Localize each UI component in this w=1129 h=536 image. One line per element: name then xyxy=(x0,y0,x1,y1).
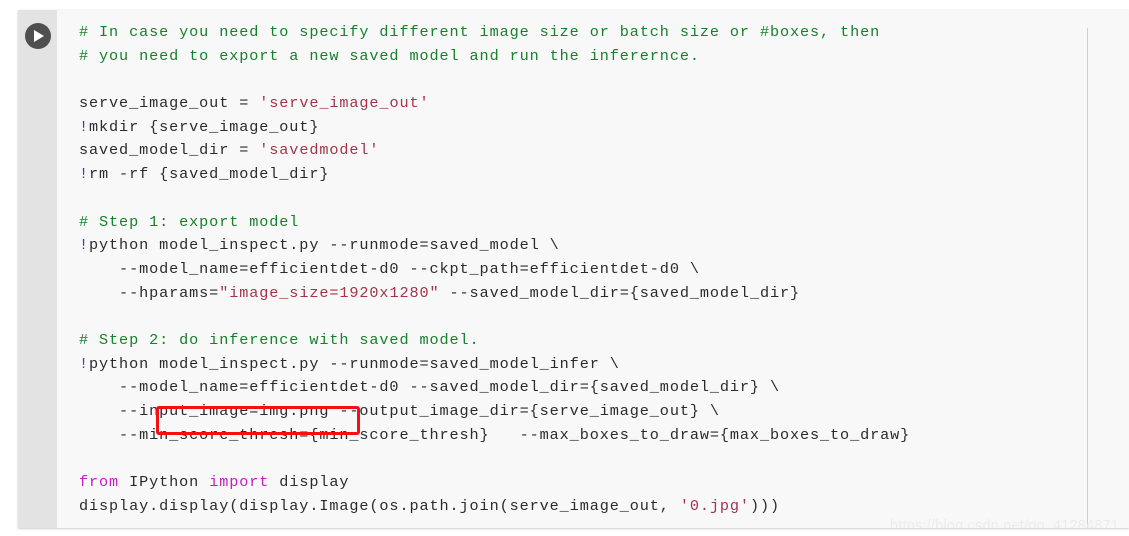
code-token-plain: --model_name=efficientdet-d0 --ckpt_path… xyxy=(79,259,700,278)
code-line: --hparams="image_size=1920x1280" --saved… xyxy=(79,282,910,306)
code-token-string: 'serve_image_out' xyxy=(259,94,430,113)
code-token-string: "image_size=1920x1280" xyxy=(219,283,440,302)
code-token-plain: --model_name=efficientdet-d0 --saved_mod… xyxy=(79,378,780,397)
run-cell-button[interactable] xyxy=(25,23,51,49)
code-token-comment: # you need to export a new saved model a… xyxy=(79,46,700,65)
code-line: !python model_inspect.py --runmode=saved… xyxy=(79,353,910,377)
code-editor[interactable]: # In case you need to specify different … xyxy=(57,10,1129,528)
code-line: display.display(display.Image(os.path.jo… xyxy=(79,495,910,519)
code-token-plain: --input_image=img.png --output_image_dir… xyxy=(79,402,720,420)
code-line: !rm -rf {saved_model_dir} xyxy=(79,163,910,187)
code-token-bang: ! xyxy=(79,117,90,136)
play-triangle-icon xyxy=(34,29,44,42)
cell-gutter xyxy=(18,10,57,528)
code-token-plain: display.display(display.Image(os.path.jo… xyxy=(79,496,680,515)
code-token-plain: --saved_model_dir={saved_model_dir} xyxy=(439,283,801,302)
watermark-text: https://blog.csdn.net/qq_41284871 xyxy=(890,518,1120,528)
code-line: # Step 2: do inference with saved model. xyxy=(79,329,910,353)
code-token-bang: ! xyxy=(79,354,90,373)
code-token-string: 'savedmodel' xyxy=(259,141,380,160)
code-token-comment: # Step 2: do inference with saved model. xyxy=(79,330,480,349)
code-token-plain: display xyxy=(269,473,350,492)
code-token-plain: ))) xyxy=(749,496,780,515)
code-token-plain: IPython xyxy=(119,473,210,492)
code-token-plain: python model_inspect.py --runmode=saved_… xyxy=(89,236,560,255)
code-line: from IPython import display xyxy=(79,471,910,495)
code-token-string: '0.jpg' xyxy=(679,496,750,515)
editor-caret-line xyxy=(1087,28,1088,528)
code-line: !mkdir {serve_image_out} xyxy=(79,116,910,140)
code-token-keyword: import xyxy=(209,473,270,492)
code-token-plain: mkdir {serve_image_out} xyxy=(89,117,320,136)
code-line: !python model_inspect.py --runmode=saved… xyxy=(79,234,910,258)
code-text[interactable]: # In case you need to specify different … xyxy=(57,10,910,518)
code-line: # Step 1: export model xyxy=(79,211,910,235)
code-line: # In case you need to specify different … xyxy=(79,21,910,45)
code-token-plain: --hparams= xyxy=(79,283,220,302)
code-token-bang: ! xyxy=(79,165,90,184)
code-line: saved_model_dir = 'savedmodel' xyxy=(79,139,910,163)
code-line: --model_name=efficientdet-d0 --ckpt_path… xyxy=(79,258,910,282)
code-token-plain: saved_model_dir = xyxy=(79,141,260,160)
code-token-plain: --min_score_thresh={min_score_thresh} --… xyxy=(79,425,911,444)
code-line: serve_image_out = 'serve_image_out' xyxy=(79,92,910,116)
notebook-code-cell: # In case you need to specify different … xyxy=(18,10,1129,528)
code-line: --model_name=efficientdet-d0 --saved_mod… xyxy=(79,376,910,400)
code-token-bang: ! xyxy=(79,236,90,255)
code-token-plain: rm -rf {saved_model_dir} xyxy=(89,165,330,184)
code-token-comment: # Step 1: export model xyxy=(79,212,300,231)
code-token-keyword: from xyxy=(79,473,120,492)
code-token-plain: python model_inspect.py --runmode=saved_… xyxy=(89,354,620,373)
code-line: --input_image=img.png --output_image_dir… xyxy=(79,400,910,424)
code-token-comment: # In case you need to specify different … xyxy=(79,23,881,41)
code-token-plain: serve_image_out = xyxy=(79,94,260,113)
code-line: # you need to export a new saved model a… xyxy=(79,45,910,69)
code-line: --min_score_thresh={min_score_thresh} --… xyxy=(79,424,910,448)
